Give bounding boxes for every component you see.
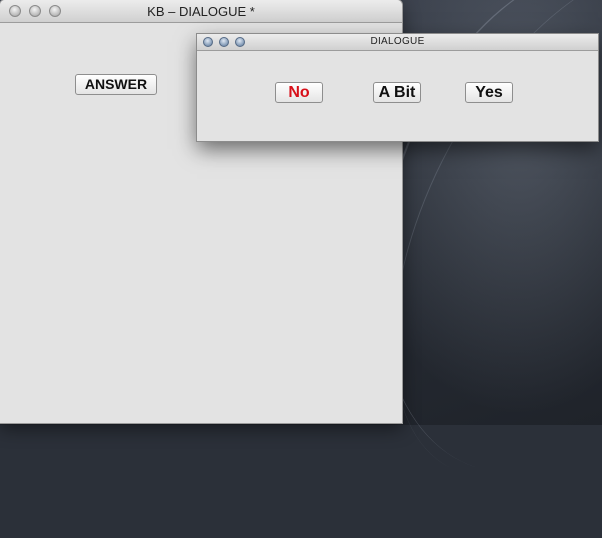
dialog-window-title: DIALOGUE	[370, 36, 425, 47]
dialog-window-titlebar[interactable]: DIALOGUE	[197, 34, 598, 51]
main-window-title: KB – DIALOGUE *	[147, 4, 255, 19]
main-window-titlebar[interactable]: KB – DIALOGUE *	[0, 0, 402, 23]
a-bit-button[interactable]: A Bit	[373, 82, 421, 103]
dialog-window: DIALOGUE No A Bit Yes	[197, 34, 598, 141]
yes-button[interactable]: Yes	[465, 82, 513, 103]
no-button[interactable]: No	[275, 82, 323, 103]
answer-button[interactable]: ANSWER	[75, 74, 157, 95]
